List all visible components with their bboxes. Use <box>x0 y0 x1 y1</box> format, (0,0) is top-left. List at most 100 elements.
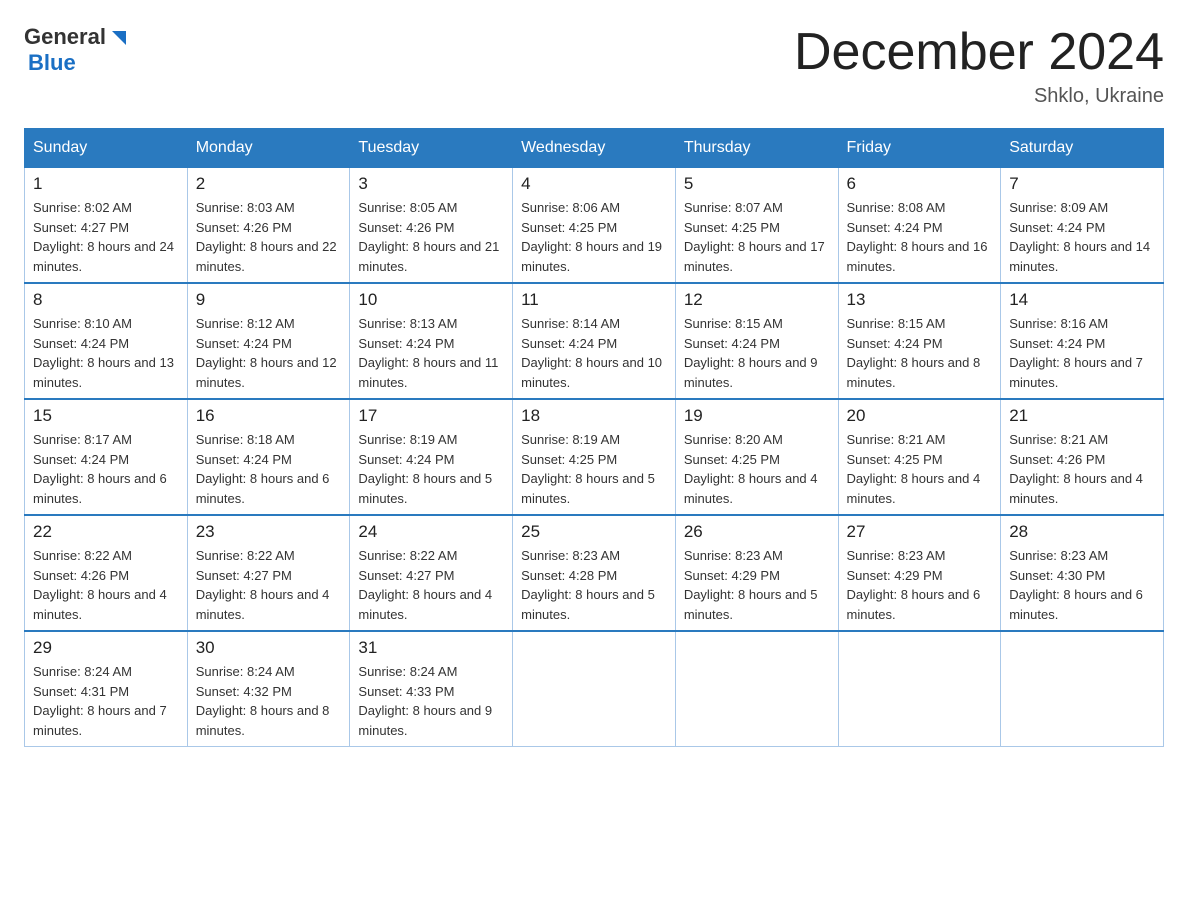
day-header-saturday: Saturday <box>1001 129 1164 168</box>
calendar-cell: 1Sunrise: 8:02 AMSunset: 4:27 PMDaylight… <box>25 168 188 284</box>
day-info: Sunrise: 8:09 AMSunset: 4:24 PMDaylight:… <box>1009 198 1155 276</box>
calendar-cell: 18 Sunrise: 8:19 AMSunset: 4:25 PMDayligh… <box>513 399 676 515</box>
day-info: Sunrise: 8:24 AMSunset: 4:33 PMDaylight:… <box>358 662 504 740</box>
day-info: Sunrise: 8:19 AMSunset: 4:25 PMDaylight:… <box>521 430 667 508</box>
calendar-cell <box>838 631 1001 747</box>
day-number: 28 <box>1009 522 1155 542</box>
day-number: 24 <box>358 522 504 542</box>
calendar-table: SundayMondayTuesdayWednesdayThursdayFrid… <box>24 128 1164 747</box>
day-header-sunday: Sunday <box>25 129 188 168</box>
day-info: Sunrise: 8:23 AMSunset: 4:29 PMDaylight:… <box>684 546 830 624</box>
day-number: 6 <box>847 174 993 194</box>
day-number: 13 <box>847 290 993 310</box>
calendar-cell: 14 Sunrise: 8:16 AMSunset: 4:24 PMDayligh… <box>1001 283 1164 399</box>
calendar-cell: 13Sunrise: 8:15 AMSunset: 4:24 PMDayligh… <box>838 283 1001 399</box>
day-header-monday: Monday <box>187 129 350 168</box>
day-number: 20 <box>847 406 993 426</box>
week-row-2: 8 Sunrise: 8:10 AMSunset: 4:24 PMDaylight… <box>25 283 1164 399</box>
calendar-cell: 28 Sunrise: 8:23 AMSunset: 4:30 PMDayligh… <box>1001 515 1164 631</box>
day-number: 12 <box>684 290 830 310</box>
day-number: 14 <box>1009 290 1155 310</box>
calendar-cell: 22 Sunrise: 8:22 AMSunset: 4:26 PMDayligh… <box>25 515 188 631</box>
day-info: Sunrise: 8:16 AMSunset: 4:24 PMDaylight:… <box>1009 314 1155 392</box>
calendar-cell: 17 Sunrise: 8:19 AMSunset: 4:24 PMDayligh… <box>350 399 513 515</box>
week-row-3: 15Sunrise: 8:17 AMSunset: 4:24 PMDayligh… <box>25 399 1164 515</box>
day-number: 8 <box>33 290 179 310</box>
calendar-cell: 15Sunrise: 8:17 AMSunset: 4:24 PMDayligh… <box>25 399 188 515</box>
day-number: 3 <box>358 174 504 194</box>
day-info: Sunrise: 8:05 AMSunset: 4:26 PMDaylight:… <box>358 198 504 276</box>
day-info: Sunrise: 8:21 AMSunset: 4:26 PMDaylight:… <box>1009 430 1155 508</box>
day-header-friday: Friday <box>838 129 1001 168</box>
calendar-cell: 26 Sunrise: 8:23 AMSunset: 4:29 PMDayligh… <box>675 515 838 631</box>
week-row-4: 22 Sunrise: 8:22 AMSunset: 4:26 PMDayligh… <box>25 515 1164 631</box>
calendar-cell: 30 Sunrise: 8:24 AMSunset: 4:32 PMDayligh… <box>187 631 350 747</box>
calendar-cell: 6 Sunrise: 8:08 AMSunset: 4:24 PMDaylight… <box>838 168 1001 284</box>
day-info: Sunrise: 8:15 AMSunset: 4:24 PMDaylight:… <box>684 314 830 392</box>
day-info: Sunrise: 8:23 AMSunset: 4:29 PMDaylight:… <box>847 546 993 624</box>
calendar-cell: 19Sunrise: 8:20 AMSunset: 4:25 PMDayligh… <box>675 399 838 515</box>
calendar-cell: 8 Sunrise: 8:10 AMSunset: 4:24 PMDaylight… <box>25 283 188 399</box>
day-number: 23 <box>196 522 342 542</box>
calendar-cell: 10Sunrise: 8:13 AMSunset: 4:24 PMDayligh… <box>350 283 513 399</box>
calendar-cell: 25 Sunrise: 8:23 AMSunset: 4:28 PMDayligh… <box>513 515 676 631</box>
calendar-cell: 11 Sunrise: 8:14 AMSunset: 4:24 PMDayligh… <box>513 283 676 399</box>
calendar-cell: 3 Sunrise: 8:05 AMSunset: 4:26 PMDaylight… <box>350 168 513 284</box>
day-info: Sunrise: 8:20 AMSunset: 4:25 PMDaylight:… <box>684 430 830 508</box>
day-number: 30 <box>196 638 342 658</box>
calendar-cell <box>675 631 838 747</box>
calendar-cell: 5 Sunrise: 8:07 AMSunset: 4:25 PMDaylight… <box>675 168 838 284</box>
week-row-5: 29 Sunrise: 8:24 AMSunset: 4:31 PMDayligh… <box>25 631 1164 747</box>
calendar-cell: 31 Sunrise: 8:24 AMSunset: 4:33 PMDayligh… <box>350 631 513 747</box>
day-info: Sunrise: 8:24 AMSunset: 4:31 PMDaylight:… <box>33 662 179 740</box>
day-info: Sunrise: 8:07 AMSunset: 4:25 PMDaylight:… <box>684 198 830 276</box>
day-header-thursday: Thursday <box>675 129 838 168</box>
day-info: Sunrise: 8:10 AMSunset: 4:24 PMDaylight:… <box>33 314 179 392</box>
day-info: Sunrise: 8:08 AMSunset: 4:24 PMDaylight:… <box>847 198 993 276</box>
day-number: 18 <box>521 406 667 426</box>
day-number: 17 <box>358 406 504 426</box>
calendar-cell: 4Sunrise: 8:06 AMSunset: 4:25 PMDaylight… <box>513 168 676 284</box>
day-number: 22 <box>33 522 179 542</box>
day-info: Sunrise: 8:24 AMSunset: 4:32 PMDaylight:… <box>196 662 342 740</box>
day-number: 1 <box>33 174 179 194</box>
day-number: 25 <box>521 522 667 542</box>
calendar-cell: 27Sunrise: 8:23 AMSunset: 4:29 PMDayligh… <box>838 515 1001 631</box>
day-info: Sunrise: 8:22 AMSunset: 4:26 PMDaylight:… <box>33 546 179 624</box>
calendar-cell: 16Sunrise: 8:18 AMSunset: 4:24 PMDayligh… <box>187 399 350 515</box>
day-info: Sunrise: 8:22 AMSunset: 4:27 PMDaylight:… <box>196 546 342 624</box>
day-number: 11 <box>521 290 667 310</box>
day-info: Sunrise: 8:23 AMSunset: 4:30 PMDaylight:… <box>1009 546 1155 624</box>
logo-blue-text: Blue <box>28 50 76 76</box>
week-row-1: 1Sunrise: 8:02 AMSunset: 4:27 PMDaylight… <box>25 168 1164 284</box>
day-number: 9 <box>196 290 342 310</box>
calendar-cell: 23 Sunrise: 8:22 AMSunset: 4:27 PMDayligh… <box>187 515 350 631</box>
day-number: 29 <box>33 638 179 658</box>
calendar-cell: 7 Sunrise: 8:09 AMSunset: 4:24 PMDaylight… <box>1001 168 1164 284</box>
calendar-cell: 9Sunrise: 8:12 AMSunset: 4:24 PMDaylight… <box>187 283 350 399</box>
title-section: December 2024 Shklo, Ukraine <box>794 24 1164 108</box>
day-number: 16 <box>196 406 342 426</box>
day-info: Sunrise: 8:06 AMSunset: 4:25 PMDaylight:… <box>521 198 667 276</box>
day-info: Sunrise: 8:23 AMSunset: 4:28 PMDaylight:… <box>521 546 667 624</box>
day-number: 2 <box>196 174 342 194</box>
day-info: Sunrise: 8:13 AMSunset: 4:24 PMDaylight:… <box>358 314 504 392</box>
day-info: Sunrise: 8:17 AMSunset: 4:24 PMDaylight:… <box>33 430 179 508</box>
logo-triangle-icon <box>108 27 130 49</box>
calendar-cell: 12 Sunrise: 8:15 AMSunset: 4:24 PMDayligh… <box>675 283 838 399</box>
calendar-cell: 2Sunrise: 8:03 AMSunset: 4:26 PMDaylight… <box>187 168 350 284</box>
location-text: Shklo, Ukraine <box>794 85 1164 108</box>
day-number: 31 <box>358 638 504 658</box>
day-number: 5 <box>684 174 830 194</box>
day-number: 7 <box>1009 174 1155 194</box>
day-info: Sunrise: 8:14 AMSunset: 4:24 PMDaylight:… <box>521 314 667 392</box>
month-title: December 2024 <box>794 24 1164 81</box>
day-number: 21 <box>1009 406 1155 426</box>
calendar-cell: 20Sunrise: 8:21 AMSunset: 4:25 PMDayligh… <box>838 399 1001 515</box>
calendar-cell: 21 Sunrise: 8:21 AMSunset: 4:26 PMDayligh… <box>1001 399 1164 515</box>
page-header: General Blue December 2024 Shklo, Ukrain… <box>24 24 1164 108</box>
day-number: 26 <box>684 522 830 542</box>
calendar-cell: 29 Sunrise: 8:24 AMSunset: 4:31 PMDayligh… <box>25 631 188 747</box>
calendar-cell: 24Sunrise: 8:22 AMSunset: 4:27 PMDayligh… <box>350 515 513 631</box>
day-info: Sunrise: 8:19 AMSunset: 4:24 PMDaylight:… <box>358 430 504 508</box>
